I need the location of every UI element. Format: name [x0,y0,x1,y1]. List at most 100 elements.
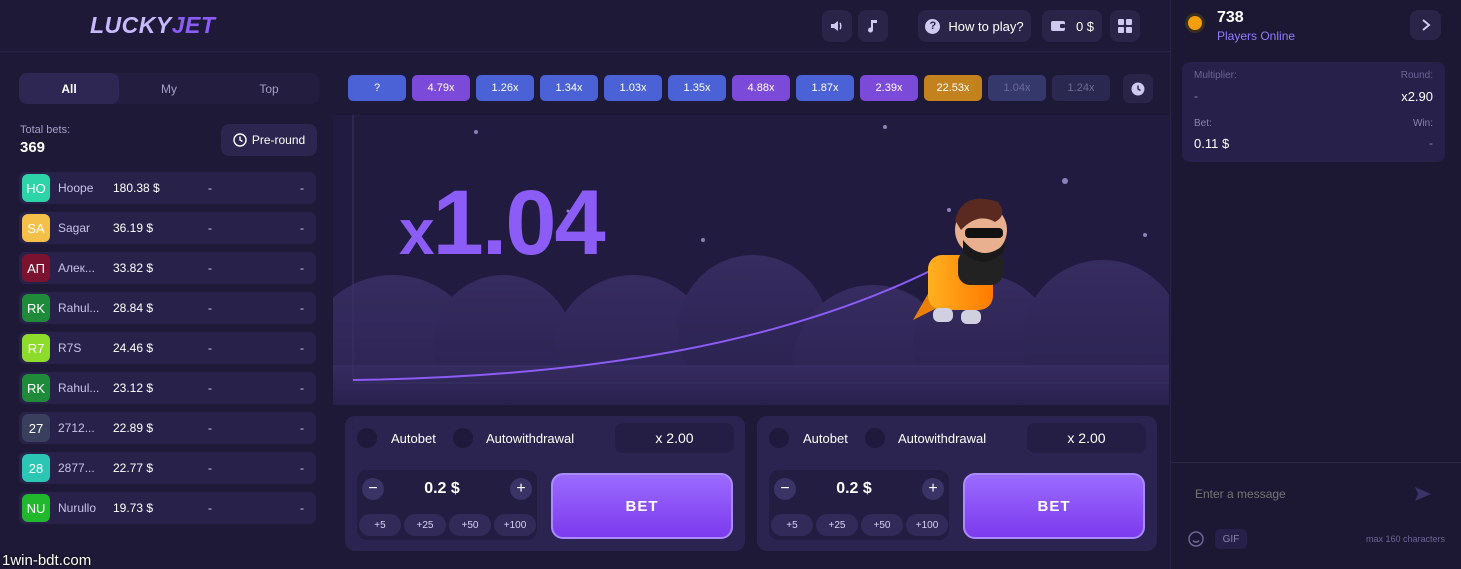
multiplier-chip[interactable]: 1.26x [476,75,534,101]
online-label: Players Online [1217,29,1296,43]
avatar: SA [22,214,50,242]
bet-row: HO Hoope 180.38 $ - - [19,172,316,204]
bet-button[interactable]: BET [963,473,1145,539]
bet-amount: 19.73 $ [113,501,154,515]
multiplier-chip[interactable]: ? [348,75,406,101]
pre-round-label: Pre-round [251,133,306,147]
multiplier-chip[interactable]: 1.35x [668,75,726,101]
bets-tabs: All My Top [19,73,319,104]
decrease-button[interactable]: − [774,478,796,500]
bet-win: - [300,341,304,355]
autowithdrawal-toggle[interactable] [453,428,473,448]
how-to-play-button[interactable]: ? How to play? [918,10,1031,42]
history-button[interactable] [1123,74,1153,103]
quick-amount-button[interactable]: +5 [771,514,813,536]
player-name: Алек... [58,261,95,275]
bet-amount: 24.46 $ [113,341,154,355]
bet-amount-input[interactable]: 0.2 $ [397,480,487,498]
bet-label: Bet: [1194,118,1212,129]
bet-win: - [300,301,304,315]
sound-button[interactable] [822,10,852,42]
gif-button[interactable]: GIF [1215,529,1247,549]
bet-row: 28 2877... 22.77 $ - - [19,452,316,484]
pre-round-button[interactable]: Pre-round [221,124,317,156]
multiplier-number: 1.04 [432,172,606,274]
increase-button[interactable]: + [510,478,532,500]
bet-win: - [300,421,304,435]
autobet-toggle[interactable] [769,428,789,448]
avatar: NU [22,494,50,522]
multiplier-chip[interactable]: 2.39x [860,75,918,101]
music-button[interactable] [858,10,888,42]
game-canvas: x1.04 [333,115,1169,405]
help-icon: ? [925,18,941,34]
multiplier-chip[interactable]: 22.53x [924,75,982,101]
bet-multiplier: - [208,181,212,195]
quick-amount-button[interactable]: +100 [906,514,948,536]
decrease-button[interactable]: − [362,478,384,500]
multiplier-chip[interactable]: 1.87x [796,75,854,101]
chat-input[interactable] [1182,477,1414,511]
speaker-icon [831,21,842,31]
menu-button[interactable] [1110,10,1140,42]
multiplier-chip[interactable]: 4.79x [412,75,470,101]
quick-amount-button[interactable]: +50 [861,514,903,536]
emoji-icon [1188,531,1204,547]
bet-multiplier: - [208,461,212,475]
total-bets-value: 369 [20,139,46,156]
bet-row: 27 2712... 22.89 $ - - [19,412,316,444]
quick-amount-button[interactable]: +100 [494,514,536,536]
tab-top[interactable]: Top [219,73,319,104]
send-button[interactable] [1414,486,1432,507]
bet-multiplier: - [208,341,212,355]
quick-amount-button[interactable]: +25 [816,514,858,536]
quick-amount-button[interactable]: +50 [449,514,491,536]
auto-multiplier-input[interactable]: x 2.00 [615,423,734,453]
watermark: 1win-bdt.com [2,552,92,569]
balance-button[interactable]: 0 $ [1042,10,1102,42]
increase-button[interactable]: + [922,478,944,500]
multiplier-label: Multiplier: [1194,70,1237,81]
bet-multiplier: - [208,261,212,275]
avatar: 27 [22,414,50,442]
bet-amount: 33.82 $ [113,261,154,275]
bet-win: - [300,221,304,235]
avatar: RK [22,294,50,322]
quick-amount-button[interactable]: +25 [404,514,446,536]
clock-icon [1131,82,1145,95]
chat-char-limit: max 160 characters [1365,534,1445,544]
bet-win: - [300,261,304,275]
expand-panel-button[interactable] [1410,10,1441,40]
current-multiplier: x1.04 [399,177,606,269]
tab-all[interactable]: All [19,73,119,104]
send-icon [1415,487,1431,501]
auto-multiplier-input[interactable]: x 2.00 [1027,423,1146,453]
autobet-toggle[interactable] [357,428,377,448]
multiplier-chip[interactable]: 1.03x [604,75,662,101]
bet-amount-input[interactable]: 0.2 $ [809,480,899,498]
bet-multiplier: - [208,421,212,435]
bet-multiplier: - [208,501,212,515]
autowithdrawal-toggle[interactable] [865,428,885,448]
how-to-play-label: How to play? [948,18,1024,34]
last-bet-card: Multiplier: Round: - x2.90 Bet: Win: 0.1… [1182,62,1445,162]
multiplier-chip[interactable]: 1.24x [1052,75,1110,101]
logo[interactable]: LUCKYJET [90,12,215,39]
bet-button[interactable]: BET [551,473,733,539]
multiplier-chip[interactable]: 1.04x [988,75,1046,101]
avatar: RK [22,374,50,402]
bet-row: SA Sagar 36.19 $ - - [19,212,316,244]
player-name: Nurullo [58,501,97,515]
quick-amount-button[interactable]: +5 [359,514,401,536]
tab-my[interactable]: My [119,73,219,104]
multiplier-chip[interactable]: 1.34x [540,75,598,101]
bet-amount: 180.38 $ [113,181,160,195]
emoji-button[interactable] [1186,529,1206,549]
autobet-label: Autobet [803,431,848,446]
win-label: Win: [1413,118,1433,129]
music-note-icon [868,20,877,33]
multiplier-chip[interactable]: 4.88x [732,75,790,101]
bet-row: R7 R7S 24.46 $ - - [19,332,316,364]
bet-amount: 23.12 $ [113,381,154,395]
bet-value: 0.11 $ [1194,136,1230,151]
